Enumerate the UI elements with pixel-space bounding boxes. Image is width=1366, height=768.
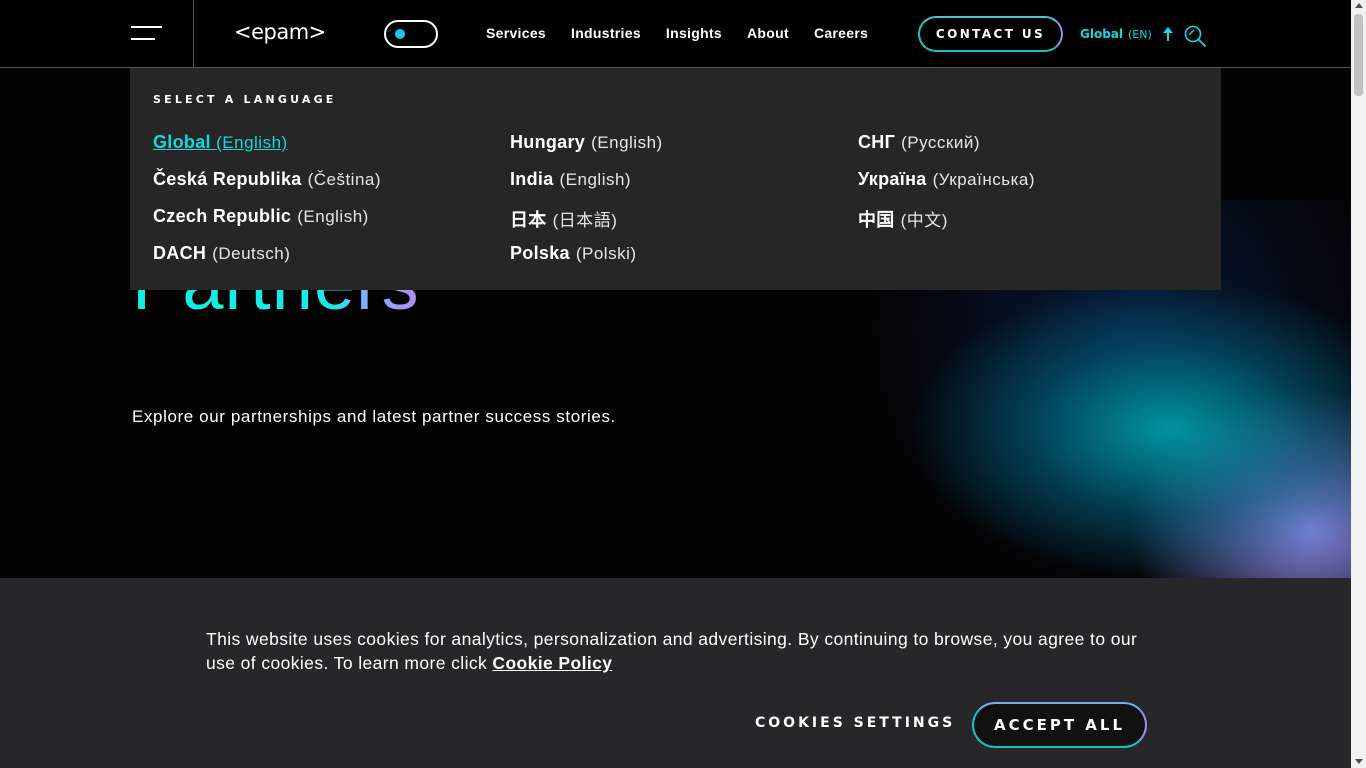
nav-item-services[interactable]: Services (486, 25, 546, 41)
language-label: (Čeština) (307, 170, 382, 189)
nav-item-careers[interactable]: Careers (814, 25, 868, 41)
scroll-up-arrow-icon[interactable] (1355, 3, 1363, 8)
language-option-czech-republic[interactable]: Czech Republic (English) (153, 206, 381, 243)
language-label: (Українська) (932, 170, 1036, 189)
language-country: DACH (153, 243, 207, 263)
cookie-policy-link[interactable]: Cookie Policy (492, 653, 612, 673)
language-label: (English) (559, 170, 632, 189)
language-label: (日本語) (552, 211, 618, 230)
language-label: (English) (297, 207, 369, 226)
search-icon[interactable] (1183, 24, 1207, 48)
language-switcher[interactable]: Global (EN) (1080, 27, 1174, 41)
language-label: (Русский) (901, 133, 981, 152)
language-option-china[interactable]: 中国 (中文) (858, 206, 1035, 243)
theme-toggle[interactable] (384, 20, 438, 48)
scrollbar-thumb[interactable] (1354, 14, 1363, 96)
page-scrollbar[interactable] (1351, 0, 1366, 768)
language-option-hungary[interactable]: Hungary (English) (510, 132, 663, 169)
language-country: Україна (858, 169, 927, 189)
language-column-2: Hungary (English) India (English) 日本 (日本語) … (510, 132, 663, 280)
header-divider (193, 0, 194, 68)
language-column-1: Global (English) Česká Republika (Čeština… (153, 132, 381, 280)
contact-us-button[interactable]: CONTACT US (918, 16, 1063, 52)
scroll-down-arrow-icon[interactable] (1355, 759, 1363, 764)
language-column-3: СНГ (Русский) Україна (Українська) 中国 (中文) (858, 132, 1035, 243)
language-label: (Polski) (575, 244, 637, 263)
cookie-message-text: This website uses cookies for analytics,… (206, 629, 1138, 673)
language-country: Global (153, 132, 217, 152)
epam-logo[interactable]: <epam> (234, 20, 326, 44)
cookies-settings-button[interactable]: COOKIES SETTINGS (755, 715, 955, 731)
arrow-up-icon (1162, 27, 1174, 41)
language-option-cis[interactable]: СНГ (Русский) (858, 132, 1035, 169)
page-subtitle: Explore our partnerships and latest part… (132, 407, 616, 426)
language-option-polska[interactable]: Polska (Polski) (510, 243, 663, 280)
language-label: (English) (216, 133, 288, 152)
language-country: 中国 (858, 210, 895, 230)
language-country: Česká Republika (153, 169, 302, 189)
nav-item-industries[interactable]: Industries (571, 25, 641, 41)
language-dropdown: SELECT A LANGUAGE Global (English) Česká… (130, 68, 1221, 290)
language-option-ceska-republika[interactable]: Česká Republika (Čeština) (153, 169, 381, 206)
language-label: (English) (591, 133, 663, 152)
accept-all-button[interactable]: ACCEPT ALL (972, 702, 1147, 748)
site-header: <epam> Services Industries Insights Abou… (0, 0, 1351, 68)
language-dropdown-title: SELECT A LANGUAGE (153, 93, 337, 106)
main-nav: Services Industries Insights About Caree… (486, 25, 893, 41)
cookie-banner: This website uses cookies for analytics,… (0, 578, 1351, 768)
language-label: (中文) (900, 211, 948, 230)
cookie-message: This website uses cookies for analytics,… (206, 627, 1156, 675)
language-option-global[interactable]: Global (English) (153, 132, 381, 169)
nav-item-insights[interactable]: Insights (666, 25, 722, 41)
hamburger-menu-icon[interactable] (131, 26, 163, 42)
language-country: СНГ (858, 132, 896, 152)
nav-item-about[interactable]: About (747, 25, 789, 41)
language-label: (Deutsch) (212, 244, 291, 263)
language-switcher-code: (EN) (1128, 27, 1152, 41)
language-option-dach[interactable]: DACH (Deutsch) (153, 243, 381, 280)
theme-toggle-knob (395, 29, 405, 39)
language-country: India (510, 169, 554, 189)
language-country: 日本 (510, 210, 547, 230)
language-switcher-name: Global (1080, 27, 1124, 41)
language-option-india[interactable]: India (English) (510, 169, 663, 206)
language-option-japan[interactable]: 日本 (日本語) (510, 206, 663, 243)
language-country: Hungary (510, 132, 586, 152)
language-country: Czech Republic (153, 206, 292, 226)
language-country: Polska (510, 243, 570, 263)
language-option-ukraine[interactable]: Україна (Українська) (858, 169, 1035, 206)
